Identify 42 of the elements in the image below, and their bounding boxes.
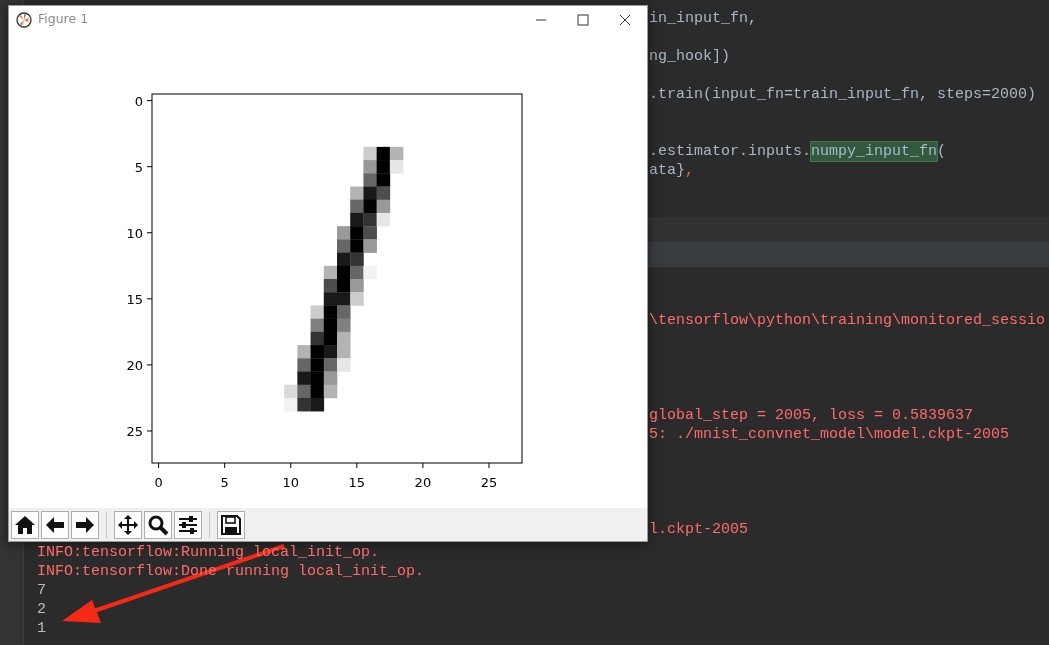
log-line: \tensorflow\python\training\monitored_sessio: [649, 311, 1046, 330]
axis-tick-label: 10: [126, 225, 143, 241]
save-button[interactable]: [217, 510, 245, 539]
zoom-button[interactable]: [144, 510, 172, 539]
search-icon: [147, 513, 169, 536]
sliders-icon: [177, 513, 199, 536]
home-icon: [14, 513, 36, 536]
move-icon: [117, 513, 139, 536]
code-text: ata}: [649, 161, 685, 180]
window-title: Figure 1: [38, 10, 89, 29]
code-text: ng_hook]): [649, 47, 730, 66]
axis-tick-label: 20: [126, 357, 143, 373]
axis-tick-label: 5: [220, 475, 229, 490]
axis-tick-label: 25: [126, 423, 143, 439]
code-text: .train(input_fn=train_input_fn, steps=2000): [649, 85, 1037, 104]
axis-tick-label: 25: [480, 475, 498, 490]
code-text: (: [937, 142, 947, 161]
code-text: ,: [685, 161, 695, 180]
pan-button[interactable]: [114, 510, 142, 539]
log-line: global_step = 2005, loss = 0.5839637: [649, 406, 974, 425]
code-text: in_input_fn,: [649, 9, 758, 28]
axis-tick-label: 20: [414, 475, 432, 490]
home-button[interactable]: [11, 510, 39, 539]
output-line: 7: [37, 581, 46, 600]
app-icon: [16, 11, 32, 28]
back-button[interactable]: [41, 510, 69, 539]
axis-tick-label: 5: [134, 159, 143, 175]
search-match: numpy_input_fn: [811, 142, 938, 161]
log-line: 5: ./mnist_convnet_model\model.ckpt-2005: [649, 425, 1010, 444]
log-line: l.ckpt-2005: [649, 520, 749, 539]
axis-tick-label: 0: [154, 475, 163, 490]
maximize-icon[interactable]: [577, 13, 589, 26]
axis-tick-label: 15: [126, 291, 143, 307]
axis-tick-label: 15: [348, 475, 366, 490]
output-line: 2: [37, 600, 46, 619]
axis-tick-label: 10: [282, 475, 299, 490]
code-text: .estimator.inputs.: [649, 142, 812, 161]
settings-button[interactable]: [174, 510, 202, 539]
forward-button[interactable]: [71, 510, 99, 539]
axis-tick-label: 0: [134, 93, 143, 109]
output-line: 1: [37, 619, 46, 638]
close-icon[interactable]: [619, 13, 631, 26]
